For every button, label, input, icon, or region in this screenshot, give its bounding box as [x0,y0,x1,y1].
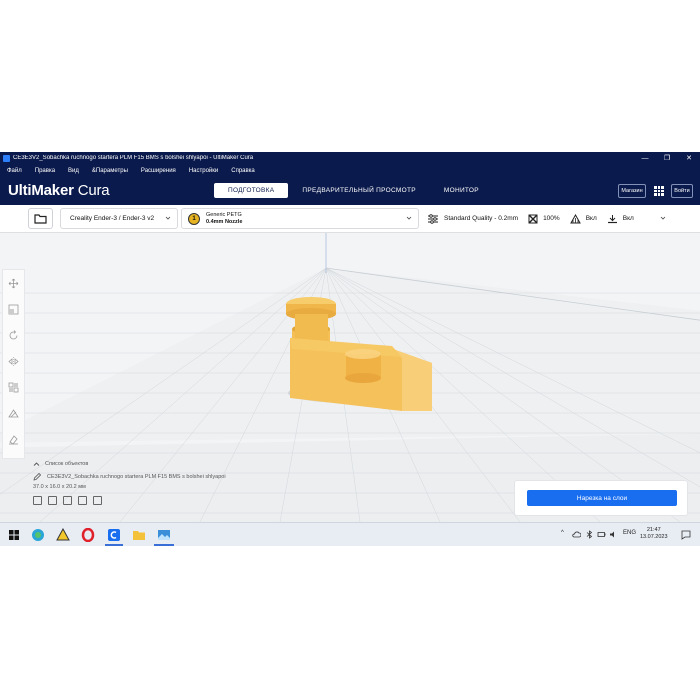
material-spool-icon: 1 [188,212,200,225]
transform-tools-panel [2,269,25,459]
chevron-down-icon [165,216,171,220]
cloud-icon[interactable] [572,530,581,539]
app-header: UltiMaker Cura ПОДГОТОВКА ПРЕДВАРИТЕЛЬНЫ… [0,177,700,205]
menu-help[interactable]: Справка [231,168,255,174]
adhesion-value: Вкл [622,215,634,222]
slice-panel: Нарезка на слои [514,480,688,516]
object-list-header: Список объектов [45,461,89,467]
pencil-icon [33,473,41,481]
open-file-button[interactable] [28,208,53,229]
adhesion-icon [607,214,617,223]
top-view-icon[interactable] [63,496,72,505]
clock-date: 13.07.2023 [640,534,668,540]
cura-app-icon [3,154,10,162]
restore-icon[interactable]: ❐ [656,154,678,162]
window-title: CE3E3V2_Sobachka ruchnogo startera PLM F… [13,155,254,161]
slice-button[interactable]: Нарезка на слои [527,490,677,506]
object-filename: CE3E3V2_Sobachka ruchnogo startera PLM F… [47,474,226,480]
clock-time: 21:47 [646,527,661,533]
notifications-icon[interactable] [681,530,691,540]
volume-icon[interactable] [609,530,618,539]
windows-start-icon[interactable] [7,528,21,542]
screen: CE3E3V2_Sobachka ruchnogo startera PLM F… [0,152,700,546]
chevron-down-icon [660,216,666,220]
app-icon[interactable] [56,528,70,542]
title-bar: CE3E3V2_Sobachka ruchnogo startera PLM F… [0,152,700,164]
minimize-icon[interactable]: — [634,155,656,162]
menu-file[interactable]: Файл [7,168,22,174]
quality-profile: Standard Quality - 0.2mm [444,215,519,222]
marketplace-button[interactable]: Магазин [618,184,646,198]
photos-icon[interactable] [157,528,171,542]
menu-extensions[interactable]: Расширения [141,168,176,174]
printer-selector[interactable]: Creality Ender-3 / Ender-3 v2 [60,208,178,229]
front-view-icon[interactable] [48,496,57,505]
move-tool-icon[interactable] [8,278,19,289]
cura-taskbar-icon[interactable] [107,528,121,542]
settings-toolbar: Creality Ender-3 / Ender-3 v2 1 Generic … [0,205,700,233]
object-list-item[interactable]: CE3E3V2_Sobachka ruchnogo startera PLM F… [30,472,270,482]
tab-preview[interactable]: ПРЕДВАРИТЕЛЬНЫЙ ПРОСМОТР [288,183,430,198]
ultimaker-cura-logo: UltiMaker Cura [8,182,110,199]
language-indicator[interactable]: ENG [623,530,636,536]
menu-preferences[interactable]: Настройки [189,168,218,174]
active-app-indicator [154,544,174,546]
camera-view-buttons [33,496,270,505]
chevron-down-icon [406,216,412,220]
active-app-indicator [105,544,123,546]
menu-settings[interactable]: &Параметры [92,168,128,174]
file-explorer-icon[interactable] [132,528,146,542]
scale-tool-icon[interactable] [8,304,19,315]
per-model-settings-icon[interactable] [8,382,19,393]
folder-icon [34,214,47,224]
support-icon [569,213,581,223]
opera-icon[interactable] [81,528,95,542]
left-view-icon[interactable] [78,496,87,505]
support-eraser-icon[interactable] [8,434,19,445]
bluetooth-icon[interactable] [585,530,594,539]
support-value: Вкл [585,215,597,222]
tab-monitor[interactable]: МОНИТОР [430,183,493,198]
edge-browser-icon[interactable] [31,528,45,542]
tray-chevron-icon[interactable]: ^ [561,530,564,536]
sign-in-button[interactable]: Войти [671,184,693,198]
close-icon[interactable]: ✕ [678,154,700,162]
printer-name: Creality Ender-3 / Ender-3 v2 [70,215,155,222]
material-selector[interactable]: 1 Generic PETG 0.4mm Nozzle [181,208,419,229]
tab-prepare[interactable]: ПОДГОТОВКА [214,183,289,198]
menu-edit[interactable]: Правка [35,168,55,174]
right-view-icon[interactable] [93,496,102,505]
menu-bar: Файл Правка Вид &Параметры Расширения На… [0,164,700,177]
taskbar-clock[interactable]: 21:47 13.07.2023 [640,527,668,541]
3d-viewport[interactable]: Список объектов CE3E3V2_Sobachka ruchnog… [0,233,700,522]
windows-taskbar: ^ ENG 21:47 13.07.2023 [0,522,700,546]
object-list-toggle[interactable]: Список объектов [30,459,270,469]
menu-view[interactable]: Вид [68,168,79,174]
object-list-panel: Список объектов CE3E3V2_Sobachka ruchnog… [30,459,270,505]
print-settings-selector[interactable]: Standard Quality - 0.2mm 100% Вкл Вкл [421,208,672,229]
sliders-icon [428,213,438,224]
3d-view-icon[interactable] [33,496,42,505]
object-dimensions: 37.0 x 16.0 x 20.2 мм [33,484,86,490]
apps-grid-icon[interactable] [654,186,664,196]
battery-icon[interactable] [597,530,606,539]
material-name: Generic PETG [206,211,242,218]
rotate-tool-icon[interactable] [8,330,19,341]
infill-icon [528,214,538,223]
chevron-up-icon [33,462,40,466]
infill-value: 100% [543,215,560,222]
stage-tabs: ПОДГОТОВКА ПРЕДВАРИТЕЛЬНЫЙ ПРОСМОТР МОНИ… [214,183,493,198]
nozzle-size: 0.4mm Nozzle [206,218,243,225]
support-blocker-icon[interactable] [8,408,19,419]
mirror-tool-icon[interactable] [8,356,19,367]
